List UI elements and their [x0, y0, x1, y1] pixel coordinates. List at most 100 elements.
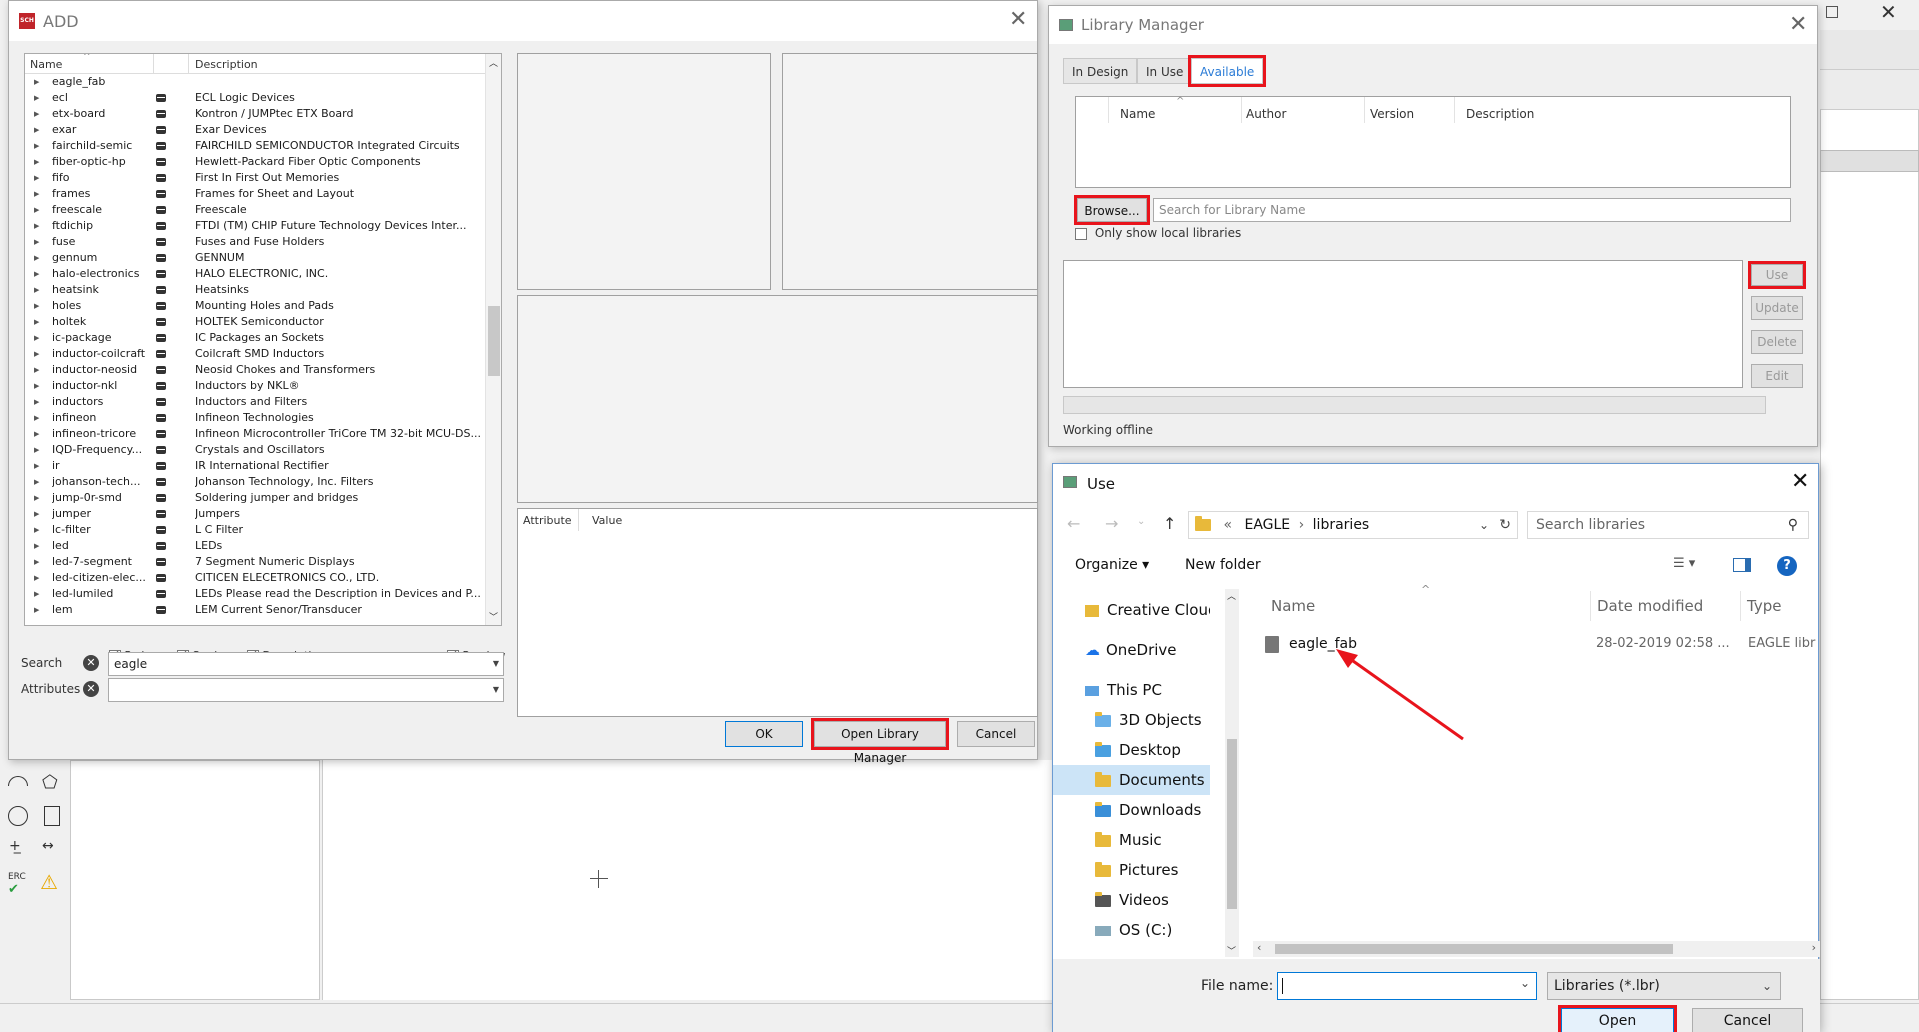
library-row[interactable]: ▶ holtek HOLTEK Semiconductor: [25, 314, 501, 330]
library-row[interactable]: ▶ eagle_fab: [25, 74, 501, 90]
expand-arrow-icon[interactable]: ▶: [34, 506, 39, 522]
file-hscroll-thumb[interactable]: [1275, 944, 1673, 954]
expand-arrow-icon[interactable]: ▶: [34, 522, 39, 538]
expand-arrow-icon[interactable]: ▶: [34, 186, 39, 202]
chevron-down-icon[interactable]: ▼: [493, 679, 499, 701]
search-libraries-input[interactable]: Search libraries ⚲: [1527, 511, 1809, 539]
only-local-option[interactable]: Only show local libraries: [1075, 226, 1241, 240]
expand-arrow-icon[interactable]: ▶: [34, 202, 39, 218]
library-row[interactable]: ▶ inductor-neosid Neosid Chokes and Transf…: [25, 362, 501, 378]
expand-arrow-icon[interactable]: ▶: [34, 250, 39, 266]
library-row[interactable]: ▶ led-7-segment 7 Segment Numeric Displays: [25, 554, 501, 570]
clear-search-icon[interactable]: ✕: [83, 655, 99, 671]
nav-videos[interactable]: Videos: [1095, 885, 1169, 915]
nav-os-c[interactable]: OS (C:): [1095, 915, 1172, 945]
col-author[interactable]: Author: [1246, 107, 1286, 121]
add-close-icon[interactable]: ✕: [1009, 7, 1027, 32]
expand-arrow-icon[interactable]: ▶: [34, 218, 39, 234]
library-row[interactable]: ▶ ftdichip FTDI (TM) CHIP Future Technolog…: [25, 218, 501, 234]
library-row[interactable]: ▶ ic-package IC Packages an Sockets: [25, 330, 501, 346]
breadcrumb-libraries[interactable]: libraries: [1313, 517, 1370, 533]
clear-attributes-icon[interactable]: ✕: [83, 681, 99, 697]
expand-arrow-icon[interactable]: ▶: [34, 410, 39, 426]
library-row[interactable]: ▶ exar Exar Devices: [25, 122, 501, 138]
search-input[interactable]: eagle ▼: [108, 652, 504, 676]
library-row[interactable]: ▶ johanson-tech... Johanson Technology, In…: [25, 474, 501, 490]
library-row[interactable]: ▶ heatsink Heatsinks: [25, 282, 501, 298]
nav-creative-cloud[interactable]: Creative Cloud Fil: [1085, 595, 1210, 625]
library-row[interactable]: ▶ holes Mounting Holes and Pads: [25, 298, 501, 314]
text-tool-icon[interactable]: +̲: [9, 838, 21, 854]
library-row[interactable]: ▶ lc-filter L C Filter: [25, 522, 501, 538]
organize-menu[interactable]: Organize ▾: [1075, 557, 1149, 573]
expand-arrow-icon[interactable]: ▶: [34, 170, 39, 186]
address-bar[interactable]: « EAGLE › libraries ⌄ ↻: [1188, 511, 1518, 539]
new-folder-button[interactable]: New folder: [1185, 557, 1261, 573]
library-row[interactable]: ▶ jumper Jumpers: [25, 506, 501, 522]
library-tree-scrollbar[interactable]: ︿ ﹀: [485, 54, 501, 625]
scroll-up-icon[interactable]: ︿: [489, 56, 498, 69]
up-arrow-icon[interactable]: ↑: [1163, 514, 1176, 533]
col-name-header[interactable]: Name: [1265, 591, 1645, 621]
back-arrow-icon[interactable]: ←: [1067, 514, 1080, 533]
expand-arrow-icon[interactable]: ▶: [34, 282, 39, 298]
attributes-input[interactable]: ▼: [108, 678, 504, 702]
library-row[interactable]: ▶ inductor-coilcraft Coilcraft SMD Inducto…: [25, 346, 501, 362]
window-close-icon[interactable]: ✕: [1880, 0, 1897, 24]
recent-chevron-icon[interactable]: ⌄: [1137, 516, 1145, 527]
library-row[interactable]: ▶ led LEDs: [25, 538, 501, 554]
tab-in-design[interactable]: In Design: [1063, 58, 1138, 84]
file-hscrollbar[interactable]: ‹ ›: [1253, 941, 1820, 957]
update-button[interactable]: Update: [1751, 296, 1803, 320]
expand-arrow-icon[interactable]: ▶: [34, 74, 39, 90]
expand-arrow-icon[interactable]: ▶: [34, 330, 39, 346]
expand-arrow-icon[interactable]: ▶: [34, 426, 39, 442]
scroll-down-icon[interactable]: ﹀: [489, 610, 498, 623]
expand-arrow-icon[interactable]: ▶: [34, 394, 39, 410]
expand-arrow-icon[interactable]: ▶: [34, 362, 39, 378]
library-row[interactable]: ▶ ir IR International Rectifier: [25, 458, 501, 474]
attr-col-value[interactable]: Value: [592, 514, 622, 527]
browse-button[interactable]: Browse...: [1074, 195, 1150, 225]
library-row[interactable]: ▶ halo-electronics HALO ELECTRONIC, INC.: [25, 266, 501, 282]
cancel-button[interactable]: Cancel: [957, 721, 1035, 747]
nav-scroll-thumb[interactable]: [1227, 739, 1237, 909]
scroll-down-icon[interactable]: ﹀: [1227, 944, 1236, 957]
right-combo[interactable]: [1820, 150, 1919, 172]
library-tree-scroll-thumb[interactable]: [488, 306, 500, 376]
schematic-canvas[interactable]: [322, 760, 1052, 1000]
expand-arrow-icon[interactable]: ▶: [34, 538, 39, 554]
nav-documents[interactable]: Documents: [1053, 765, 1210, 795]
expand-arrow-icon[interactable]: ▶: [34, 602, 39, 618]
file-cancel-button[interactable]: Cancel: [1692, 1008, 1803, 1032]
chevron-down-icon[interactable]: ⌄: [1520, 976, 1530, 990]
expand-arrow-icon[interactable]: ▶: [34, 474, 39, 490]
chevron-down-icon[interactable]: ⌄: [1479, 512, 1489, 538]
view-options-icon[interactable]: ☰ ▾: [1673, 556, 1695, 571]
window-restore-icon[interactable]: [1826, 6, 1838, 18]
col-description-header[interactable]: Description: [195, 58, 258, 71]
col-name-header[interactable]: Name: [30, 58, 62, 71]
dimension-tool-icon[interactable]: ↔: [42, 838, 54, 854]
breadcrumb-eagle[interactable]: EAGLE: [1244, 517, 1290, 533]
expand-arrow-icon[interactable]: ▶: [34, 570, 39, 586]
nav-downloads[interactable]: Downloads: [1095, 795, 1201, 825]
polygon-tool-icon[interactable]: ⬠: [42, 772, 58, 793]
col-name[interactable]: Name: [1120, 107, 1155, 121]
library-row[interactable]: ▶ fairchild-semic FAIRCHILD SEMICONDUCTOR …: [25, 138, 501, 154]
expand-arrow-icon[interactable]: ▶: [34, 314, 39, 330]
library-row[interactable]: ▶ IQD-Frequency... Crystals and Oscillator…: [25, 442, 501, 458]
scroll-left-icon[interactable]: ‹: [1257, 941, 1261, 954]
library-row[interactable]: ▶ fuse Fuses and Fuse Holders: [25, 234, 501, 250]
available-libraries-table[interactable]: Name ^ Author Version Description: [1075, 96, 1791, 188]
open-button[interactable]: Open: [1558, 1005, 1677, 1032]
forward-arrow-icon[interactable]: →: [1105, 514, 1118, 533]
expand-arrow-icon[interactable]: ▶: [34, 554, 39, 570]
library-row[interactable]: ▶ infineon-tricore Infineon Microcontrolle…: [25, 426, 501, 442]
expand-arrow-icon[interactable]: ▶: [34, 122, 39, 138]
library-row[interactable]: ▶ etx-board Kontron / JUMPtec ETX Board: [25, 106, 501, 122]
col-date-modified-header[interactable]: Date modified: [1590, 591, 1740, 621]
col-type-header[interactable]: Type: [1740, 591, 1820, 621]
library-row[interactable]: ▶ inductors Inductors and Filters: [25, 394, 501, 410]
tab-available[interactable]: Available: [1187, 55, 1267, 87]
